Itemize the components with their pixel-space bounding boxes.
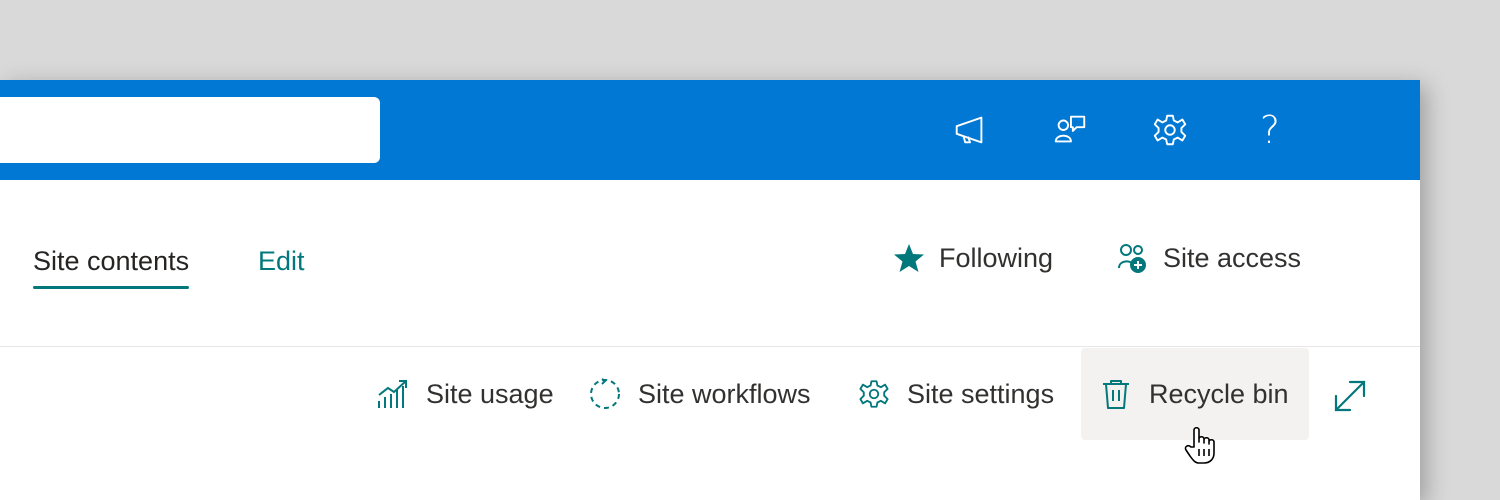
site-workflows-label: Site workflows: [638, 378, 811, 409]
suite-header-bar: ?: [0, 80, 1420, 180]
feedback-icon[interactable]: [1050, 110, 1090, 150]
tab-edit[interactable]: Edit: [258, 246, 305, 277]
expand-icon[interactable]: [1330, 376, 1370, 416]
site-usage-button[interactable]: Site usage: [376, 348, 554, 440]
site-nav-row: Site contents Edit Following Site access: [0, 180, 1420, 347]
star-icon: [894, 244, 924, 272]
gear-icon: [859, 380, 889, 408]
tab-site-contents-label: Site contents: [33, 246, 190, 276]
megaphone-icon[interactable]: [950, 110, 990, 150]
site-settings-label: Site settings: [907, 378, 1055, 409]
tab-site-contents[interactable]: Site contents: [33, 246, 190, 289]
hand-cursor-icon: [1184, 425, 1218, 465]
help-icon[interactable]: ?: [1250, 110, 1290, 150]
site-access-button[interactable]: Site access: [1117, 242, 1301, 274]
settings-icon[interactable]: [1150, 110, 1190, 150]
site-settings-button[interactable]: Site settings: [857, 348, 1054, 440]
site-usage-label: Site usage: [426, 378, 554, 409]
site-workflows-button[interactable]: Site workflows: [588, 348, 811, 440]
tab-edit-label: Edit: [258, 246, 305, 276]
site-access-label: Site access: [1163, 242, 1302, 273]
help-glyph: ?: [1259, 108, 1281, 152]
site-access-icon: [1118, 244, 1146, 273]
following-label: Following: [939, 242, 1054, 273]
site-workflows-icon: [590, 378, 620, 409]
following-button[interactable]: Following: [893, 242, 1053, 274]
search-input[interactable]: [0, 97, 380, 163]
recycle-bin-label: Recycle bin: [1149, 378, 1289, 409]
active-tab-underline: [33, 286, 190, 289]
trash-icon: [1103, 380, 1129, 409]
site-usage-icon: [378, 380, 407, 408]
